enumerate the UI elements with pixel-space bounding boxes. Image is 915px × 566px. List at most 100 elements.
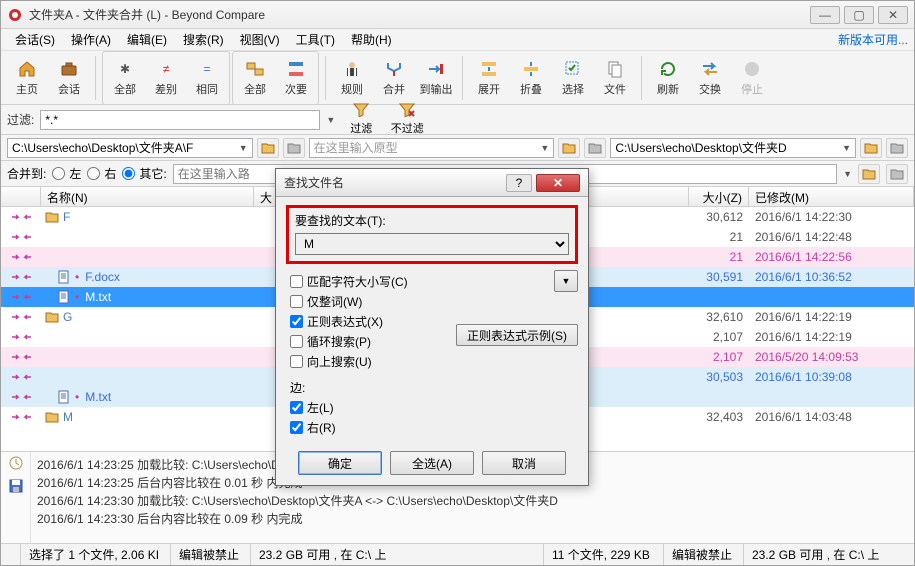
sides-label: 边: (290, 379, 578, 396)
dropdown-icon[interactable]: ▼ (843, 169, 852, 179)
stop-icon (742, 59, 762, 79)
briefcase-icon (59, 59, 79, 79)
menu-session[interactable]: 会话(S) (7, 29, 63, 50)
minimize-button[interactable]: — (810, 6, 840, 24)
all-button[interactable]: ✱全部 (105, 54, 145, 102)
app-icon (7, 7, 23, 23)
swap-button[interactable]: 交换 (690, 54, 730, 102)
notequal-icon: ≠ (156, 59, 176, 79)
history-dropdown-button[interactable]: ▼ (554, 270, 578, 292)
dropdown-icon[interactable]: ▼ (842, 143, 851, 153)
collapse-button[interactable]: 折叠 (511, 54, 551, 102)
filter-label: 过滤: (7, 111, 34, 128)
merge-button[interactable]: 合并 (374, 54, 414, 102)
filter-bar: 过滤: ▼ 过滤 不过滤 (1, 105, 914, 135)
ok-button[interactable]: 确定 (298, 451, 382, 475)
search-text-group: 要查找的文本(T): M (286, 205, 578, 264)
mergeto-browse-button[interactable] (858, 164, 880, 184)
loop-checkbox[interactable]: 循环搜索(P) (290, 333, 456, 350)
dropdown-icon[interactable]: ▼ (540, 143, 549, 153)
menubar: 会话(S) 操作(A) 编辑(E) 搜索(R) 视图(V) 工具(T) 帮助(H… (1, 29, 914, 51)
search-label: 要查找的文本(T): (295, 212, 569, 229)
home-button[interactable]: 主页 (7, 54, 47, 102)
maximize-button[interactable]: ▢ (844, 6, 874, 24)
left-history-button[interactable] (283, 138, 305, 158)
display-mode-group: ✱全部 ≠差别 =相同 (102, 51, 230, 105)
diff-button[interactable]: ≠差别 (146, 54, 186, 102)
menu-view[interactable]: 视图(V) (232, 29, 288, 50)
tooutput-button[interactable]: 到输出 (416, 54, 456, 102)
center-path-input[interactable]: 在这里输入原型▼ (309, 138, 555, 158)
status-disk-l: 23.2 GB 可用 , 在 C:\ 上 (251, 544, 544, 565)
close-button[interactable]: ✕ (878, 6, 908, 24)
selectall-button[interactable]: 全选(A) (390, 451, 474, 475)
files-icon (605, 59, 625, 79)
status-edit-r: 编辑被禁止 (664, 544, 744, 565)
status-files: 11 个文件, 229 KB (544, 544, 664, 565)
chevron-down-icon: ▼ (562, 276, 571, 286)
funnel-icon (353, 103, 369, 120)
files-button[interactable]: 文件 (595, 54, 635, 102)
struct-group: 全部 次要 (232, 51, 319, 105)
mergeto-label: 合并到: (7, 165, 46, 182)
left-path-input[interactable]: C:\Users\echo\Desktop\文件夹A\F▼ (7, 138, 253, 158)
dialog-close-button[interactable]: ✕ (536, 174, 580, 192)
titlebar: 文件夹A - 文件夹合并 (L) - Beyond Compare — ▢ ✕ (1, 1, 914, 29)
select-icon (563, 59, 583, 79)
side-right-checkbox[interactable]: 右(R) (290, 419, 578, 436)
regex-checkbox[interactable]: 正则表达式(X) (290, 313, 456, 330)
menu-search[interactable]: 搜索(R) (175, 29, 232, 50)
tooutput-icon (426, 59, 446, 79)
refresh-button[interactable]: 刷新 (648, 54, 688, 102)
nofilter-button[interactable]: 不过滤 (387, 103, 427, 136)
up-checkbox[interactable]: 向上搜索(U) (290, 353, 456, 370)
same-button[interactable]: =相同 (187, 54, 227, 102)
mergeto-right-radio[interactable]: 右 (87, 165, 116, 182)
minor-button[interactable]: 次要 (276, 54, 316, 102)
session-button[interactable]: 会话 (49, 54, 89, 102)
menu-tools[interactable]: 工具(T) (288, 29, 343, 50)
right-path-input[interactable]: C:\Users\echo\Desktop\文件夹D▼ (610, 138, 856, 158)
rules-button[interactable]: 规则 (332, 54, 372, 102)
col-modified[interactable]: 已修改(M) (749, 187, 914, 206)
dropdown-icon[interactable]: ▼ (239, 143, 248, 153)
matchcase-checkbox[interactable]: 匹配字符大小写(C) (290, 273, 456, 290)
expand-button[interactable]: 展开 (469, 54, 509, 102)
status-selection: 选择了 1 个文件, 2.06 KI (21, 544, 171, 565)
menu-edit[interactable]: 编辑(E) (119, 29, 175, 50)
left-browse-button[interactable] (257, 138, 279, 158)
select-button[interactable]: 选择 (553, 54, 593, 102)
status-disk-r: 23.2 GB 可用 , 在 C:\ 上 (744, 544, 914, 565)
filter-button[interactable]: 过滤 (341, 103, 381, 136)
cancel-button[interactable]: 取消 (482, 451, 566, 475)
wholeword-checkbox[interactable]: 仅整词(W) (290, 293, 456, 310)
mergeto-other-radio[interactable]: 其它: (122, 165, 166, 182)
menu-action[interactable]: 操作(A) (63, 29, 119, 50)
mergeto-left-radio[interactable]: 左 (52, 165, 81, 182)
merge-icon (384, 59, 404, 79)
expand-icon (479, 59, 499, 79)
dialog-titlebar[interactable]: 查找文件名 ? ✕ (276, 169, 588, 197)
col-size-right[interactable]: 大小(Z) (689, 187, 749, 206)
equal-icon: = (197, 59, 217, 79)
all2-button[interactable]: 全部 (235, 54, 275, 102)
regex-examples-button[interactable]: 正则表达式示例(S) (456, 324, 578, 346)
new-version-link[interactable]: 新版本可用... (838, 31, 908, 48)
menu-help[interactable]: 帮助(H) (343, 29, 400, 50)
right-browse-button[interactable] (860, 138, 882, 158)
side-left-checkbox[interactable]: 左(L) (290, 399, 578, 416)
center-history-button[interactable] (584, 138, 606, 158)
dialog-help-button[interactable]: ? (506, 174, 532, 192)
stop-button[interactable]: 停止 (732, 54, 772, 102)
status-edit-l: 编辑被禁止 (171, 544, 251, 565)
filter-dropdown-arrow[interactable]: ▼ (326, 115, 335, 125)
center-browse-button[interactable] (558, 138, 580, 158)
search-input[interactable]: M (295, 233, 569, 255)
right-history-button[interactable] (886, 138, 908, 158)
filter-input[interactable] (40, 110, 320, 130)
save-icon[interactable] (9, 479, 23, 496)
mergeto-history-button[interactable] (886, 164, 908, 184)
col-size-left[interactable]: 大 (254, 187, 276, 206)
col-name[interactable]: 名称(N) (41, 187, 254, 206)
folders-icon (245, 59, 265, 79)
